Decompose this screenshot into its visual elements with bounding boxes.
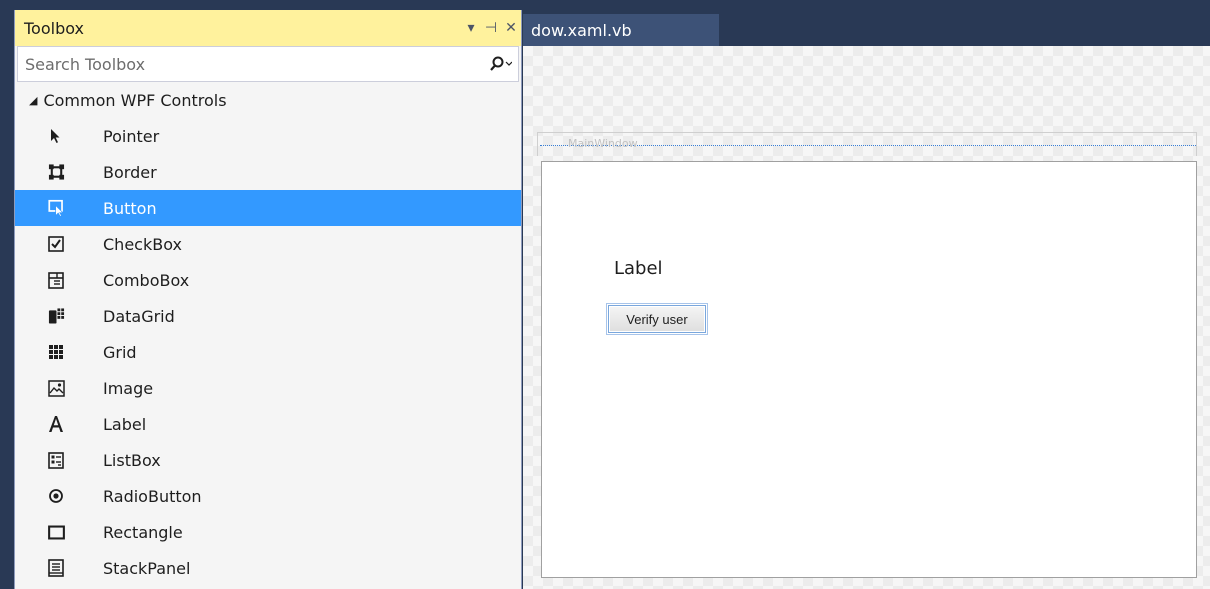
radiobutton-icon [15, 488, 65, 504]
toolbox-title: Toolbox [24, 18, 84, 38]
document-tab[interactable]: dow.xaml.vb [523, 14, 719, 46]
toolbox-item-label: Border [103, 162, 157, 182]
toolbox-item-border[interactable]: Border [15, 154, 521, 190]
verify-user-button[interactable]: Verify user [606, 303, 708, 335]
toolbox-item-label: CheckBox [103, 234, 182, 254]
toolbox-panel: Toolbox ▾ ⊣ ✕ ◢ Common WPF Controls Poin… [14, 10, 522, 589]
toolbox-header: Toolbox ▾ ⊣ ✕ [15, 10, 521, 46]
toolbox-item-label: Image [103, 378, 154, 398]
window-title: MainWindow [568, 137, 638, 150]
toolbox-item-pointer[interactable]: Pointer [15, 118, 521, 154]
toolbox-group-label: Common WPF Controls [43, 90, 227, 110]
document-tab-bar: dow.xaml.vb [523, 0, 1210, 46]
label-icon [15, 415, 65, 433]
toolbox-item-listbox[interactable]: ListBox [15, 442, 521, 478]
toolbox-item-label: DataGrid [103, 306, 175, 326]
window-content[interactable]: Label Verify user [541, 161, 1197, 578]
pin-icon[interactable]: ⊣ [481, 20, 501, 36]
selection-guide [540, 145, 1196, 146]
toolbox-item-radiobutton[interactable]: RadioButton [15, 478, 521, 514]
toolbox-item-label: ListBox [103, 450, 161, 470]
close-icon[interactable]: ✕ [501, 20, 521, 36]
wpf-label[interactable]: Label [614, 258, 663, 279]
toolbox-item-label: Pointer [103, 126, 160, 146]
toolbox-item-image[interactable]: Image [15, 370, 521, 406]
toolbox-item-label: StackPanel [103, 558, 191, 578]
border-icon [15, 163, 65, 181]
toolbox-item-checkbox[interactable]: CheckBox [15, 226, 521, 262]
collapse-triangle-icon[interactable]: ◢ [29, 94, 37, 107]
toolbox-item-label: Button [103, 198, 157, 218]
left-dock-strip [0, 0, 14, 589]
toolbox-item-rectangle[interactable]: Rectangle [15, 514, 521, 550]
toolbox-item-label: ComboBox [103, 270, 190, 290]
toolbox-item-label: RadioButton [103, 486, 202, 506]
designer-surface: MainWindow Label Verify user [523, 46, 1210, 589]
toolbox-item-datagrid[interactable]: DataGrid [15, 298, 521, 334]
pointer-icon [15, 128, 65, 144]
toolbox-search-input[interactable] [25, 54, 484, 74]
window-title-bar: MainWindow [537, 132, 1197, 156]
toolbox-item-label: Rectangle [103, 522, 183, 542]
dropdown-icon[interactable]: ▾ [461, 20, 481, 36]
toolbox-item-label: Grid [103, 342, 137, 362]
listbox-icon [15, 451, 65, 469]
document-tab-label: dow.xaml.vb [531, 20, 632, 40]
toolbox-item-button[interactable]: Button [15, 190, 521, 226]
search-icon[interactable] [484, 56, 518, 72]
toolbox-item-list: Pointer Border Button CheckBox ComboBox DataG… [15, 118, 521, 586]
toolbox-item-stackpanel[interactable]: StackPanel [15, 550, 521, 586]
toolbox-item-combobox[interactable]: ComboBox [15, 262, 521, 298]
image-icon [15, 379, 65, 397]
combobox-icon [15, 271, 65, 289]
toolbox-item-label: Label [103, 414, 147, 434]
toolbox-search-box [17, 46, 519, 82]
datagrid-icon [15, 307, 65, 325]
checkbox-icon [15, 236, 65, 252]
grid-icon [15, 344, 65, 360]
toolbox-item-label[interactable]: Label [15, 406, 521, 442]
toolbox-item-grid[interactable]: Grid [15, 334, 521, 370]
toolbox-group-header[interactable]: ◢ Common WPF Controls [15, 82, 521, 118]
button-icon [15, 198, 65, 218]
rectangle-icon [15, 525, 65, 540]
stackpanel-icon [15, 559, 65, 577]
